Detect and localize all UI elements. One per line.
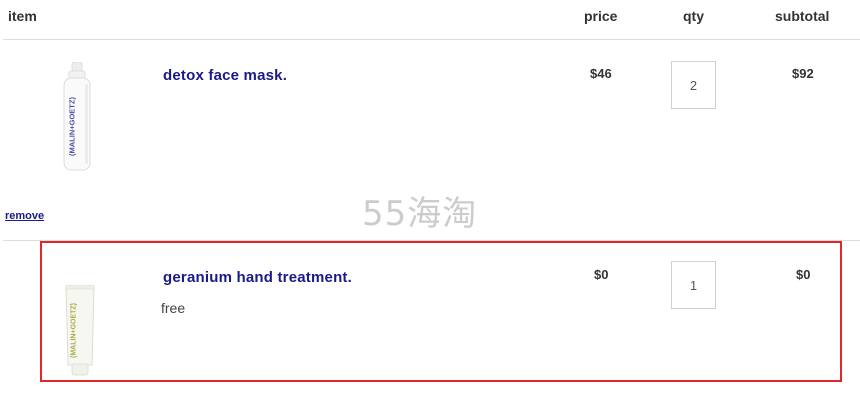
watermark: 55海淘	[362, 194, 478, 234]
product-name-geranium-hand-treatment[interactable]: geranium hand treatment.	[163, 269, 352, 286]
price-detox-face-mask: $46	[590, 66, 612, 81]
remove-link[interactable]: remove	[5, 210, 44, 222]
free-label: free	[161, 300, 186, 316]
price-geranium-hand-treatment: $0	[594, 267, 609, 282]
column-header-price: price	[584, 8, 618, 24]
tube-label-text: (MALIN+GOETZ)	[70, 302, 78, 359]
qty-input-geranium-hand-treatment[interactable]: 1	[671, 261, 716, 309]
subtotal-detox-face-mask: $92	[792, 66, 814, 81]
header-divider	[3, 39, 860, 40]
product-name-detox-face-mask[interactable]: detox face mask.	[163, 67, 287, 84]
column-header-qty: qty	[683, 8, 704, 24]
bottle-label-text: (MALIN+GOETZ)	[67, 97, 77, 156]
column-header-item: item	[8, 8, 37, 24]
qty-input-detox-face-mask[interactable]: 2	[671, 61, 716, 109]
subtotal-geranium-hand-treatment: $0	[796, 267, 811, 282]
column-header-subtotal: subtotal	[775, 8, 830, 24]
